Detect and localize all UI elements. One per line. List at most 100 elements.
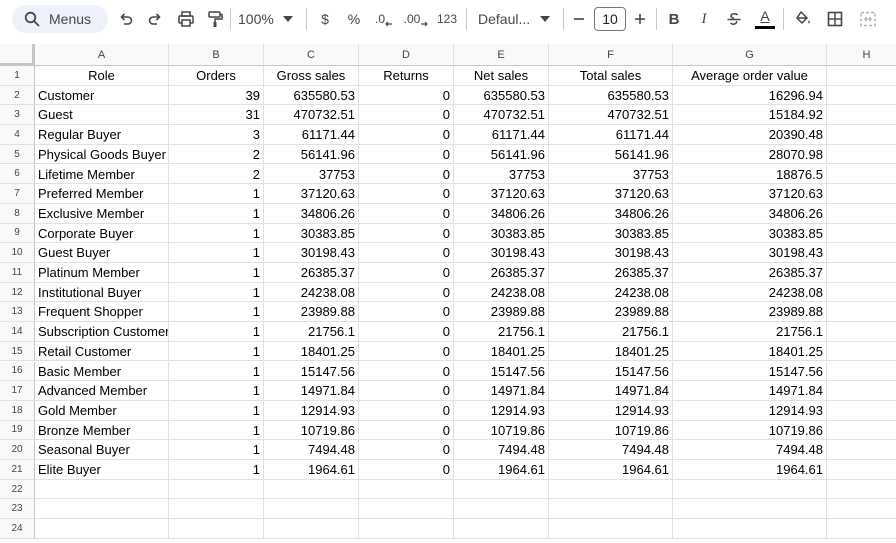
table-cell[interactable] [827, 381, 896, 401]
row-header-12[interactable]: 12 [0, 282, 35, 303]
table-cell[interactable]: 23989.88 [549, 302, 673, 323]
table-cell[interactable]: 14971.84 [549, 381, 673, 401]
table-cell[interactable]: 0 [359, 381, 454, 401]
table-cell[interactable]: 56141.96 [264, 144, 359, 165]
column-header-h[interactable]: H [827, 44, 896, 66]
table-cell[interactable]: 23989.88 [454, 302, 549, 323]
column-header-f[interactable]: F [549, 44, 673, 66]
table-cell[interactable]: 1964.61 [264, 460, 359, 480]
table-cell[interactable]: 24238.08 [454, 282, 549, 303]
table-cell[interactable]: 0 [359, 125, 454, 145]
header-cell[interactable]: Average order value [673, 66, 827, 86]
table-cell[interactable]: Guest Buyer [35, 243, 169, 263]
table-cell[interactable] [827, 460, 896, 480]
table-cell[interactable]: 1 [169, 361, 264, 382]
row-header-11[interactable]: 11 [0, 263, 35, 283]
table-cell[interactable]: 2 [169, 164, 264, 185]
table-cell[interactable]: 18401.25 [549, 341, 673, 362]
row-header-7[interactable]: 7 [0, 184, 35, 204]
table-cell[interactable] [827, 263, 896, 283]
row-header-13[interactable]: 13 [0, 302, 35, 323]
table-cell[interactable] [264, 479, 359, 500]
column-header-d[interactable]: D [359, 44, 454, 66]
zoom-select[interactable]: 100% [238, 7, 298, 31]
table-cell[interactable] [827, 184, 896, 204]
table-cell[interactable]: Advanced Member [35, 381, 169, 401]
merge-cells-button[interactable] [857, 7, 879, 31]
column-header-c[interactable]: C [264, 44, 359, 66]
table-cell[interactable]: Lifetime Member [35, 164, 169, 185]
table-cell[interactable]: 7494.48 [549, 440, 673, 460]
select-all-corner[interactable] [0, 44, 35, 66]
table-cell[interactable] [827, 362, 896, 382]
font-size-decrease-button[interactable] [571, 7, 587, 31]
row-header-15[interactable]: 15 [0, 341, 35, 362]
table-cell[interactable]: 470732.51 [264, 105, 359, 126]
table-cell[interactable]: Corporate Buyer [35, 223, 169, 244]
text-color-button[interactable]: A [754, 7, 776, 31]
table-cell[interactable] [827, 283, 896, 303]
table-cell[interactable] [827, 224, 896, 244]
table-cell[interactable]: 2 [169, 144, 264, 165]
table-cell[interactable]: 24238.08 [673, 282, 827, 303]
table-cell[interactable]: 635580.53 [264, 85, 359, 106]
table-cell[interactable]: 0 [359, 203, 454, 224]
table-cell[interactable]: 37120.63 [673, 184, 827, 204]
font-family-select[interactable]: Defaul... [478, 7, 556, 31]
table-cell[interactable]: 61171.44 [549, 125, 673, 145]
table-cell[interactable]: 30383.85 [454, 223, 549, 244]
table-cell[interactable]: 26385.37 [454, 263, 549, 283]
table-cell[interactable]: 0 [359, 322, 454, 342]
table-cell[interactable]: 1 [169, 223, 264, 244]
table-cell[interactable]: 18876.5 [673, 164, 827, 185]
table-cell[interactable] [827, 125, 896, 145]
table-cell[interactable]: 56141.96 [454, 144, 549, 165]
decrease-decimal-button[interactable]: .0 [371, 7, 397, 31]
column-header-b[interactable]: B [169, 44, 264, 66]
column-header-g[interactable]: G [673, 44, 827, 66]
header-cell[interactable] [827, 66, 896, 86]
table-cell[interactable]: 0 [359, 341, 454, 362]
table-cell[interactable] [827, 86, 896, 106]
table-cell[interactable]: 37120.63 [454, 184, 549, 204]
table-cell[interactable]: 0 [359, 263, 454, 283]
table-cell[interactable]: 18401.25 [673, 341, 827, 362]
table-cell[interactable] [169, 479, 264, 500]
table-cell[interactable]: 0 [359, 400, 454, 421]
currency-format-button[interactable]: $ [316, 7, 334, 31]
table-cell[interactable] [454, 479, 549, 500]
table-cell[interactable]: 0 [359, 223, 454, 244]
row-header-5[interactable]: 5 [0, 144, 35, 165]
table-cell[interactable]: 26385.37 [549, 263, 673, 283]
table-cell[interactable]: 30198.43 [673, 243, 827, 263]
table-cell[interactable]: 34806.26 [673, 203, 827, 224]
header-cell[interactable]: Net sales [454, 66, 549, 86]
table-cell[interactable]: Exclusive Member [35, 203, 169, 224]
table-cell[interactable]: 0 [359, 440, 454, 460]
increase-decimal-button[interactable]: .00 [401, 7, 431, 31]
table-cell[interactable]: Basic Member [35, 361, 169, 382]
table-cell[interactable]: Guest [35, 105, 169, 126]
table-cell[interactable]: 12914.93 [264, 400, 359, 421]
header-cell[interactable]: Returns [359, 66, 454, 86]
table-cell[interactable]: 37120.63 [264, 184, 359, 204]
redo-button[interactable] [145, 7, 165, 31]
table-cell[interactable] [359, 479, 454, 500]
table-cell[interactable]: 15184.92 [673, 105, 827, 126]
table-cell[interactable]: Preferred Member [35, 184, 169, 204]
row-header-20[interactable]: 20 [0, 440, 35, 460]
table-cell[interactable] [827, 243, 896, 263]
table-cell[interactable] [454, 499, 549, 520]
table-cell[interactable]: 10719.86 [549, 420, 673, 441]
table-cell[interactable] [827, 519, 896, 539]
table-cell[interactable]: 21756.1 [549, 322, 673, 342]
undo-button[interactable] [116, 7, 136, 31]
table-cell[interactable]: 0 [359, 302, 454, 323]
table-cell[interactable] [673, 479, 827, 500]
table-cell[interactable]: 12914.93 [673, 400, 827, 421]
table-cell[interactable]: 1 [169, 420, 264, 441]
table-cell[interactable] [827, 401, 896, 421]
table-cell[interactable]: 635580.53 [454, 85, 549, 106]
row-header-9[interactable]: 9 [0, 223, 35, 244]
header-cell[interactable]: Gross sales [264, 66, 359, 86]
